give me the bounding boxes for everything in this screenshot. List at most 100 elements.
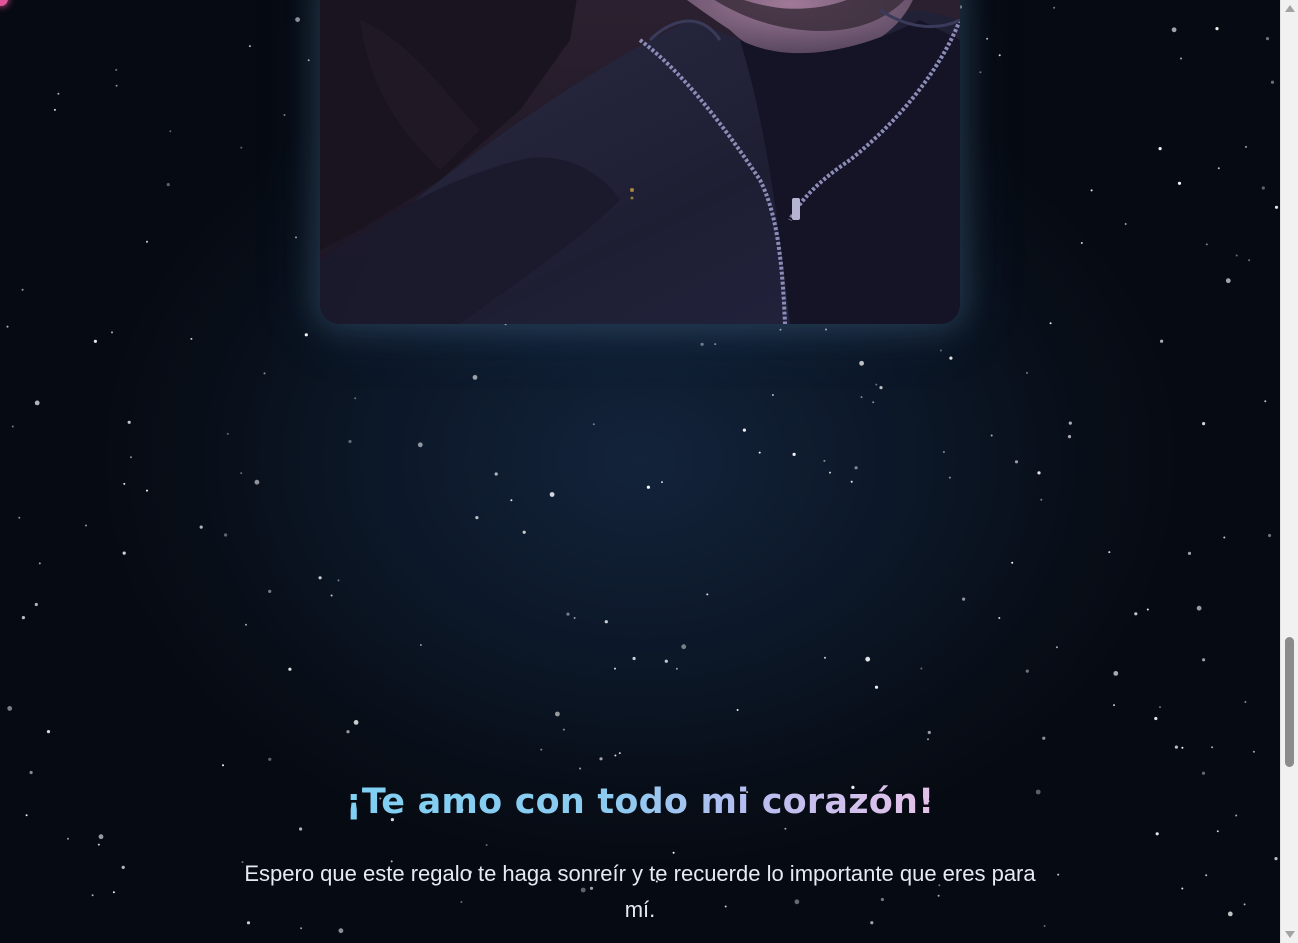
star: [1067, 435, 1072, 439]
star: [226, 432, 229, 435]
star: [1261, 186, 1265, 190]
star: [1235, 254, 1238, 257]
star: [618, 752, 621, 755]
star: [1124, 223, 1127, 225]
star: [1080, 242, 1083, 244]
star: [240, 146, 243, 149]
star: [522, 530, 526, 534]
star: [1181, 746, 1184, 749]
star: [307, 59, 310, 62]
star: [874, 685, 879, 689]
star: [1025, 669, 1029, 673]
star: [700, 342, 704, 346]
star: [1090, 189, 1093, 192]
star: [562, 728, 565, 731]
star: [38, 562, 41, 565]
star: [825, 328, 827, 331]
star: [1215, 27, 1219, 31]
vertical-scrollbar[interactable]: [1280, 0, 1298, 943]
star: [130, 456, 132, 459]
star: [46, 730, 51, 734]
star: [29, 770, 33, 775]
star: [254, 479, 260, 485]
scroll-down-arrow-icon[interactable]: [1285, 931, 1295, 938]
star: [990, 434, 993, 437]
star: [1180, 57, 1182, 60]
star: [7, 706, 13, 711]
star: [540, 748, 543, 751]
star: [295, 236, 297, 239]
star: [879, 386, 883, 390]
star: [122, 551, 126, 555]
star: [21, 288, 24, 291]
scroll-up-arrow-icon[interactable]: [1285, 5, 1295, 12]
star: [1040, 498, 1043, 501]
star: [1264, 400, 1267, 403]
star: [1171, 27, 1177, 33]
star: [115, 84, 118, 87]
star: [1174, 745, 1178, 749]
star: [18, 516, 21, 519]
star: [927, 730, 931, 735]
star: [859, 360, 864, 366]
star: [283, 114, 286, 116]
star: [510, 499, 513, 502]
star: [1248, 259, 1251, 262]
star: [632, 656, 636, 661]
star: [872, 401, 875, 404]
star: [127, 420, 131, 424]
star: [1160, 339, 1164, 343]
star: [222, 764, 224, 767]
star: [986, 37, 989, 40]
star: [1042, 736, 1046, 740]
star: [354, 397, 357, 400]
star: [1134, 612, 1138, 616]
star: [169, 130, 172, 133]
scrollbar-thumb[interactable]: [1285, 637, 1294, 767]
star: [714, 343, 717, 346]
star: [353, 720, 359, 725]
star: [166, 183, 170, 187]
star: [190, 337, 193, 340]
star: [263, 372, 266, 375]
star: [1014, 460, 1019, 464]
star: [419, 644, 422, 646]
star: [318, 576, 322, 580]
star: [1159, 706, 1161, 709]
star: [1274, 205, 1279, 209]
star: [875, 383, 878, 386]
star: [614, 667, 616, 670]
star: [566, 612, 570, 616]
star: [962, 597, 966, 601]
star: [998, 617, 1001, 619]
star: [146, 489, 148, 492]
star: [1011, 561, 1014, 564]
star: [1068, 421, 1072, 425]
star: [604, 620, 608, 624]
star: [854, 466, 858, 470]
star: [706, 593, 709, 596]
star: [939, 349, 942, 352]
star: [850, 480, 853, 483]
star: [34, 602, 38, 607]
star: [1211, 746, 1214, 749]
star: [1205, 243, 1208, 246]
star: [1055, 646, 1058, 649]
star: [288, 667, 292, 671]
star: [295, 17, 300, 22]
star: [1252, 750, 1255, 753]
star: [348, 439, 352, 444]
star: [646, 485, 651, 489]
message-section: ¡Te amo con todo mi corazón! Espero que …: [0, 778, 1280, 928]
couple-photo: [320, 0, 960, 324]
star: [330, 594, 333, 597]
star: [681, 644, 687, 650]
star: [1265, 37, 1270, 41]
star: [1113, 704, 1115, 707]
star: [1113, 671, 1119, 676]
star: [93, 339, 97, 343]
star: [1177, 181, 1182, 185]
star: [111, 331, 113, 334]
star: [53, 108, 56, 111]
star: [417, 442, 423, 448]
